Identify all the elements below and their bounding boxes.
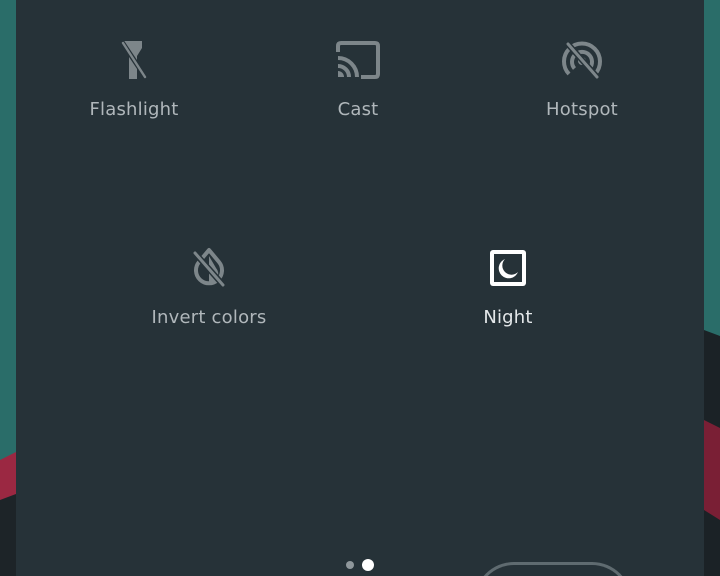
hotspot-off-icon [558,36,606,83]
cast-tile[interactable]: Cast [258,0,458,120]
tile-label: Hotspot [546,99,618,120]
tile-label: Flashlight [89,99,179,120]
tile-label: Cast [337,99,379,120]
tile-label: Invert colors [151,307,267,328]
flashlight-tile[interactable]: Flashlight [34,0,234,120]
page-dot-2-current[interactable] [362,559,374,571]
cast-icon [334,36,382,83]
page-dot-1[interactable] [346,561,354,569]
tile-label: Night [483,307,533,328]
flashlight-off-icon [110,36,158,83]
hotspot-tile[interactable]: Hotspot [482,0,682,120]
night-tile[interactable]: Night [408,208,608,328]
invert-colors-tile[interactable]: Invert colors [109,208,309,328]
quick-settings-panel: Flashlight Cast Hotspot Invert colors Ni… [16,0,704,576]
invert-colors-off-icon [185,244,233,291]
night-mode-icon [484,244,532,291]
